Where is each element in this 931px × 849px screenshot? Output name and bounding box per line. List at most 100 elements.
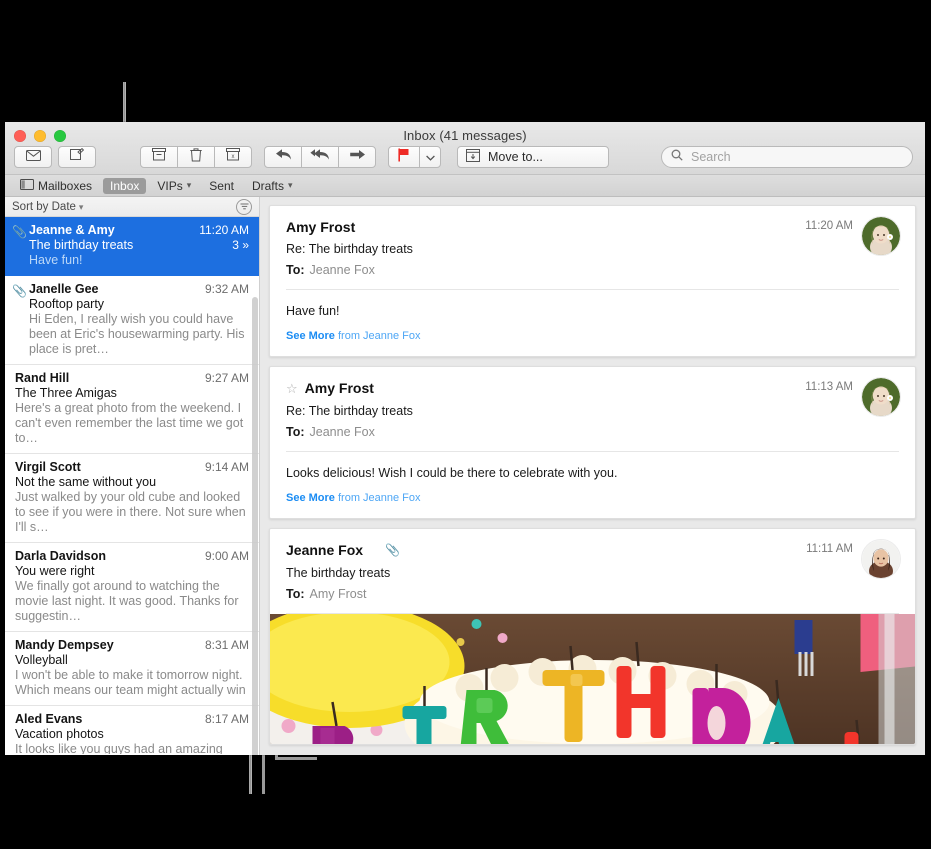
message-list-item-2[interactable]: Rand Hill 9:27 AM The Three Amigas Here'… [5, 365, 259, 454]
reply-actions-group [264, 146, 376, 168]
message-recipients: To:Amy Frost [286, 587, 899, 601]
message-time: 11:13 AM [805, 381, 853, 393]
message-list-item-5[interactable]: Mandy Dempsey 8:31 AM Volleyball I won't… [5, 632, 259, 706]
to-value: Amy Frost [310, 587, 367, 601]
sidebar-item-mailboxes-label: Mailboxes [38, 179, 92, 193]
message-sender: Mandy Dempsey [15, 638, 114, 652]
message-subject: The birthday treats [286, 566, 899, 580]
message-snippet: We finally got around to watching the mo… [15, 579, 249, 624]
message-body: Have fun! See More from Jeanne Fox [270, 290, 915, 356]
attachment-clip-icon: 📎 [385, 542, 400, 559]
forward-button[interactable] [338, 146, 376, 168]
message-subject: Not the same without you [15, 475, 156, 489]
compose-button[interactable] [58, 146, 96, 168]
message-thread-count: 3 » [232, 238, 249, 252]
archive-button[interactable] [140, 146, 178, 168]
sort-by-date-button[interactable]: Sort by Date▾ [12, 201, 83, 213]
conversation-message-0[interactable]: Amy Frost 11:20 AM [269, 205, 916, 357]
reply-arrow-icon [275, 148, 292, 166]
flag-menu-button[interactable] [419, 146, 441, 168]
message-list-scrollbar[interactable] [252, 297, 258, 755]
message-time: 11:20 AM [199, 223, 249, 237]
sidebar-item-vips[interactable]: VIPs ▾ [150, 178, 198, 194]
envelope-icon [26, 148, 41, 166]
conversation-message-1[interactable]: ☆ Amy Frost 11:13 AM [269, 366, 916, 519]
sidebar-item-drafts[interactable]: Drafts ▾ [245, 178, 300, 194]
to-value: Jeanne Fox [310, 263, 375, 277]
attachment-clip-icon: 📎 [12, 225, 27, 239]
message-snippet: I won't be able to make it tomorrow nigh… [15, 668, 249, 698]
mailbox-actions-group: x [140, 146, 252, 168]
conversation-message-2[interactable]: Jeanne Fox 📎 11:11 AM [269, 528, 916, 745]
message-detail-pane: Amy Frost 11:20 AM [260, 197, 925, 755]
avatar [861, 539, 901, 579]
message-list-pane: Sort by Date▾ 📎 Jeanne & Amy 11:20 AM [5, 197, 260, 755]
message-snippet: Have fun! [29, 253, 249, 268]
message-time: 8:17 AM [205, 712, 249, 726]
filter-icon[interactable] [236, 199, 252, 215]
message-sender: Jeanne Fox [286, 542, 363, 558]
message-list-item-1[interactable]: 📎 Janelle Gee 9:32 AM Rooftop party Hi E… [5, 276, 259, 365]
search-field[interactable] [661, 146, 913, 168]
message-header: Jeanne Fox 📎 11:11 AM [270, 529, 915, 613]
sort-bar: Sort by Date▾ [5, 197, 259, 217]
message-time: 11:20 AM [805, 220, 853, 232]
reply-all-arrow-icon [310, 148, 330, 166]
mail-window: Inbox (41 messages) [5, 122, 925, 755]
message-snippet: Here's a great photo from the weekend. I… [15, 401, 249, 446]
move-to-label: Move to... [488, 150, 543, 164]
message-body: Looks delicious! Wish I could be there t… [270, 452, 915, 518]
message-body-text: Looks delicious! Wish I could be there t… [286, 466, 899, 480]
move-to-button[interactable]: Move to... [457, 146, 609, 168]
message-sender: Amy Frost [286, 219, 355, 235]
toolbar-middle-group: x [140, 146, 609, 168]
message-subject: Vacation photos [15, 727, 104, 741]
reply-all-button[interactable] [301, 146, 339, 168]
search-input[interactable] [689, 149, 903, 165]
avatar [861, 377, 901, 417]
move-to-icon [466, 149, 480, 165]
junk-box-icon: x [226, 148, 240, 166]
see-more-link[interactable]: See More [286, 492, 335, 504]
get-mail-button[interactable] [14, 146, 52, 168]
chevron-down-icon-sort: ▾ [79, 202, 84, 212]
message-sender: Darla Davidson [15, 549, 106, 563]
message-time: 11:11 AM [806, 543, 853, 555]
message-list-item-3[interactable]: Virgil Scott 9:14 AM Not the same withou… [5, 454, 259, 543]
svg-text:x: x [232, 154, 235, 160]
attachment-clip-icon: 📎 [12, 284, 27, 298]
see-more-row: See More from Jeanne Fox [286, 492, 899, 504]
reply-button[interactable] [264, 146, 302, 168]
trash-icon [190, 148, 202, 167]
message-snippet: It looks like you guys had an amazing ti… [15, 742, 249, 754]
message-subject: The Three Amigas [15, 386, 117, 400]
star-icon[interactable]: ☆ [286, 380, 298, 397]
message-list-item-6[interactable]: Aled Evans 8:17 AM Vacation photos It lo… [5, 706, 259, 754]
sidebar-icon [20, 179, 34, 193]
sidebar-item-inbox-label: Inbox [110, 179, 139, 193]
flag-icon [398, 148, 410, 167]
message-sender: Amy Frost [305, 380, 374, 396]
favorites-bar: Mailboxes Inbox VIPs ▾ Sent Drafts ▾ [5, 175, 925, 197]
flag-button[interactable] [388, 146, 420, 168]
message-sender: Virgil Scott [15, 460, 81, 474]
message-subject: The birthday treats [29, 238, 133, 252]
message-sender: Rand Hill [15, 371, 69, 385]
sidebar-item-mailboxes[interactable]: Mailboxes [13, 178, 99, 194]
junk-button[interactable]: x [214, 146, 252, 168]
sort-by-date-label: Sort by Date [12, 201, 76, 213]
to-value: Jeanne Fox [310, 425, 375, 439]
see-more-link[interactable]: See More [286, 330, 335, 342]
message-subject: Re: The birthday treats [286, 242, 899, 256]
search-icon [671, 148, 683, 166]
archive-box-icon [152, 148, 166, 166]
sidebar-item-inbox[interactable]: Inbox [103, 178, 146, 194]
chevron-down-icon [426, 148, 435, 166]
message-list[interactable]: 📎 Jeanne & Amy 11:20 AM The birthday tre… [5, 217, 259, 754]
toolbar-left-group [14, 146, 96, 168]
message-list-item-0[interactable]: 📎 Jeanne & Amy 11:20 AM The birthday tre… [5, 217, 259, 276]
sidebar-item-sent[interactable]: Sent [202, 178, 241, 194]
message-list-item-4[interactable]: Darla Davidson 9:00 AM You were right We… [5, 543, 259, 632]
forward-arrow-icon [349, 148, 366, 166]
delete-button[interactable] [177, 146, 215, 168]
